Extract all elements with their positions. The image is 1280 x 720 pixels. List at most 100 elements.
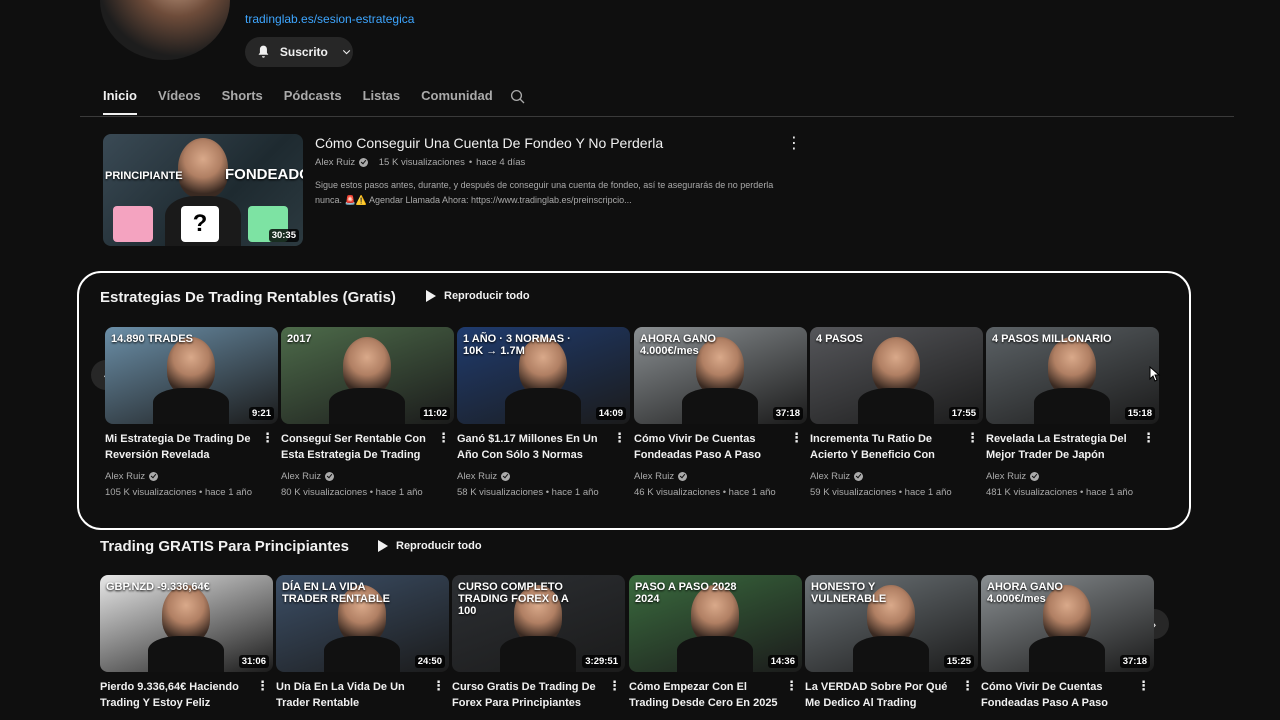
author-name[interactable]: Alex Ruiz [810,471,850,482]
channel-tabs: Inicio Vídeos Shorts Pódcasts Listas Com… [103,88,514,115]
more-options-icon[interactable]: ⋮ [432,678,445,694]
video-card[interactable]: AHORA GANO 4.000€/mes 37:18 Cómo Vivir D… [981,575,1154,711]
video-card[interactable]: 1 AÑO · 3 NORMAS · 10K → 1.7M 14:09 Ganó… [457,327,630,498]
more-options-icon[interactable]: ⋮ [1137,678,1150,694]
duration-badge: 15:18 [1124,407,1155,420]
chevron-down-icon [342,49,351,55]
video-card[interactable]: 2017 11:02 Conseguí Ser Rentable Con Est… [281,327,454,498]
thumb-text-right: FONDEADO [225,166,303,183]
video-title[interactable]: Revelada La Estrategia Del Mejor Trader … [986,431,1136,463]
video-thumbnail[interactable]: HONESTO Y VULNERABLE 15:25 [805,575,978,672]
channel-link[interactable]: tradinglab.es/sesion-estrategica [245,12,414,26]
video-title[interactable]: Cómo Vivir De Cuentas Fondeadas Paso A P… [634,431,784,463]
video-card[interactable]: DÍA EN LA VIDA TRADER RENTABLE 24:50 Un … [276,575,449,711]
more-options-icon[interactable]: ⋮ [785,678,798,694]
video-title[interactable]: Un Día En La Vida De Un Trader Rentable [276,679,426,711]
video-thumbnail[interactable]: 2017 11:02 [281,327,454,424]
tab-podcasts[interactable]: Pódcasts [284,88,342,115]
video-author: Alex Ruiz [457,471,630,482]
video-thumbnail[interactable]: GBP.NZD -9.336,64€ 31:06 [100,575,273,672]
author-name[interactable]: Alex Ruiz [986,471,1026,482]
author-name[interactable]: Alex Ruiz [634,471,674,482]
author-name[interactable]: Alex Ruiz [281,471,321,482]
more-options-icon[interactable]: ⋮ [608,678,621,694]
play-icon [426,290,436,302]
thumbnail-overlay-text: AHORA GANO 4.000€/mes [640,333,716,357]
play-all-button[interactable]: Reproducir todo [426,290,530,302]
video-thumbnail[interactable]: 14.890 TRADES 9:21 [105,327,278,424]
more-options-icon[interactable]: ⋮ [256,678,269,694]
video-author: Alex Ruiz [810,471,983,482]
video-thumbnail[interactable]: CURSO COMPLETO TRADING FOREX 0 A 100 3:2… [452,575,625,672]
video-title[interactable]: La VERDAD Sobre Por Qué Me Dedico Al Tra… [805,679,955,711]
shelf-title[interactable]: Estrategias De Trading Rentables (Gratis… [100,289,396,306]
video-card[interactable]: PASO A PASO 2028 2024 14:36 Cómo Empezar… [629,575,802,711]
video-title[interactable]: Ganó $1.17 Millones En Un Año Con Sólo 3… [457,431,607,463]
subscribed-button[interactable]: Suscrito [245,37,353,67]
video-title[interactable]: Cómo Vivir De Cuentas Fondeadas Paso A P… [981,679,1131,711]
featured-description[interactable]: Sigue estos pasos antes, durante, y desp… [315,178,785,208]
more-options-icon[interactable]: ⋮ [437,430,450,446]
play-all-label: Reproducir todo [396,540,482,552]
more-options-icon[interactable]: ⋮ [1142,430,1155,446]
video-thumbnail[interactable]: AHORA GANO 4.000€/mes 37:18 [981,575,1154,672]
video-title[interactable]: Curso Gratis De Trading De Forex Para Pr… [452,679,602,711]
video-card[interactable]: HONESTO Y VULNERABLE 15:25 La VERDAD Sob… [805,575,978,711]
featured-age: hace 4 días [476,157,526,168]
featured-thumbnail[interactable]: PRINCIPIANTE FONDEADO ? 30:35 [103,134,303,246]
video-card[interactable]: 4 PASOS MILLONARIO 15:18 Revelada La Est… [986,327,1159,498]
thumbnail-overlay-text: 14.890 TRADES [111,333,193,345]
video-card[interactable]: GBP.NZD -9.336,64€ 31:06 Pierdo 9.336,64… [100,575,273,711]
video-card[interactable]: AHORA GANO 4.000€/mes 37:18 Cómo Vivir D… [634,327,807,498]
tab-comunidad[interactable]: Comunidad [421,88,493,115]
more-options-icon[interactable]: ⋮ [613,430,626,446]
author-name[interactable]: Alex Ruiz [457,471,497,482]
video-title[interactable]: Conseguí Ser Rentable Con Esta Estrategi… [281,431,431,463]
video-thumbnail[interactable]: 1 AÑO · 3 NORMAS · 10K → 1.7M 14:09 [457,327,630,424]
thumbnail-overlay-text: 2017 [287,333,312,345]
tab-videos[interactable]: Vídeos [158,88,201,115]
tabs-divider [80,116,1234,117]
video-thumbnail[interactable]: 4 PASOS 17:55 [810,327,983,424]
video-author: Alex Ruiz [986,471,1159,482]
video-title[interactable]: Pierdo 9.336,64€ Haciendo Trading Y Esto… [100,679,250,711]
duration-badge: 37:18 [772,407,803,420]
channel-avatar[interactable] [100,0,230,60]
video-thumbnail[interactable]: AHORA GANO 4.000€/mes 37:18 [634,327,807,424]
person-figure [167,337,215,395]
video-card[interactable]: 4 PASOS 17:55 Incrementa Tu Ratio De Aci… [810,327,983,498]
featured-author[interactable]: Alex Ruiz [315,157,355,168]
more-options-icon[interactable]: ⋮ [261,430,274,446]
more-options-icon[interactable]: ⋮ [961,678,974,694]
person-shirt [853,636,929,672]
video-title[interactable]: Cómo Empezar Con El Trading Desde Cero E… [629,679,779,711]
tab-shorts[interactable]: Shorts [222,88,263,115]
duration-badge: 14:36 [767,655,798,668]
tab-inicio[interactable]: Inicio [103,88,137,115]
shelf-title[interactable]: Trading GRATIS Para Principiantes [100,538,349,555]
video-thumbnail[interactable]: 4 PASOS MILLONARIO 15:18 [986,327,1159,424]
thumbnail-overlay-text: GBP.NZD -9.336,64€ [106,581,210,593]
play-all-label: Reproducir todo [444,290,530,302]
video-title[interactable]: Mi Estrategia De Trading De Reversión Re… [105,431,255,463]
video-thumbnail[interactable]: DÍA EN LA VIDA TRADER RENTABLE 24:50 [276,575,449,672]
video-card[interactable]: CURSO COMPLETO TRADING FOREX 0 A 100 3:2… [452,575,625,711]
more-options-icon[interactable]: ⋮ [790,430,803,446]
more-options-icon[interactable]: ⋮ [966,430,979,446]
bell-icon [258,45,269,58]
author-name[interactable]: Alex Ruiz [105,471,145,482]
person-shirt [858,388,934,424]
more-options-icon[interactable]: ⋮ [786,133,802,153]
person-shirt [677,636,753,672]
tab-listas[interactable]: Listas [363,88,401,115]
cursor-icon [1149,366,1161,382]
search-icon[interactable] [509,88,527,106]
featured-title[interactable]: Cómo Conseguir Una Cuenta De Fondeo Y No… [315,135,663,151]
duration-badge: 9:21 [248,407,274,420]
video-title[interactable]: Incrementa Tu Ratio De Acierto Y Benefic… [810,431,960,463]
featured-views: 15 K visualizaciones [378,157,465,168]
play-all-button[interactable]: Reproducir todo [378,540,482,552]
video-thumbnail[interactable]: PASO A PASO 2028 2024 14:36 [629,575,802,672]
duration-badge: 37:18 [1119,655,1150,668]
video-card[interactable]: 14.890 TRADES 9:21 Mi Estrategia De Trad… [105,327,278,498]
